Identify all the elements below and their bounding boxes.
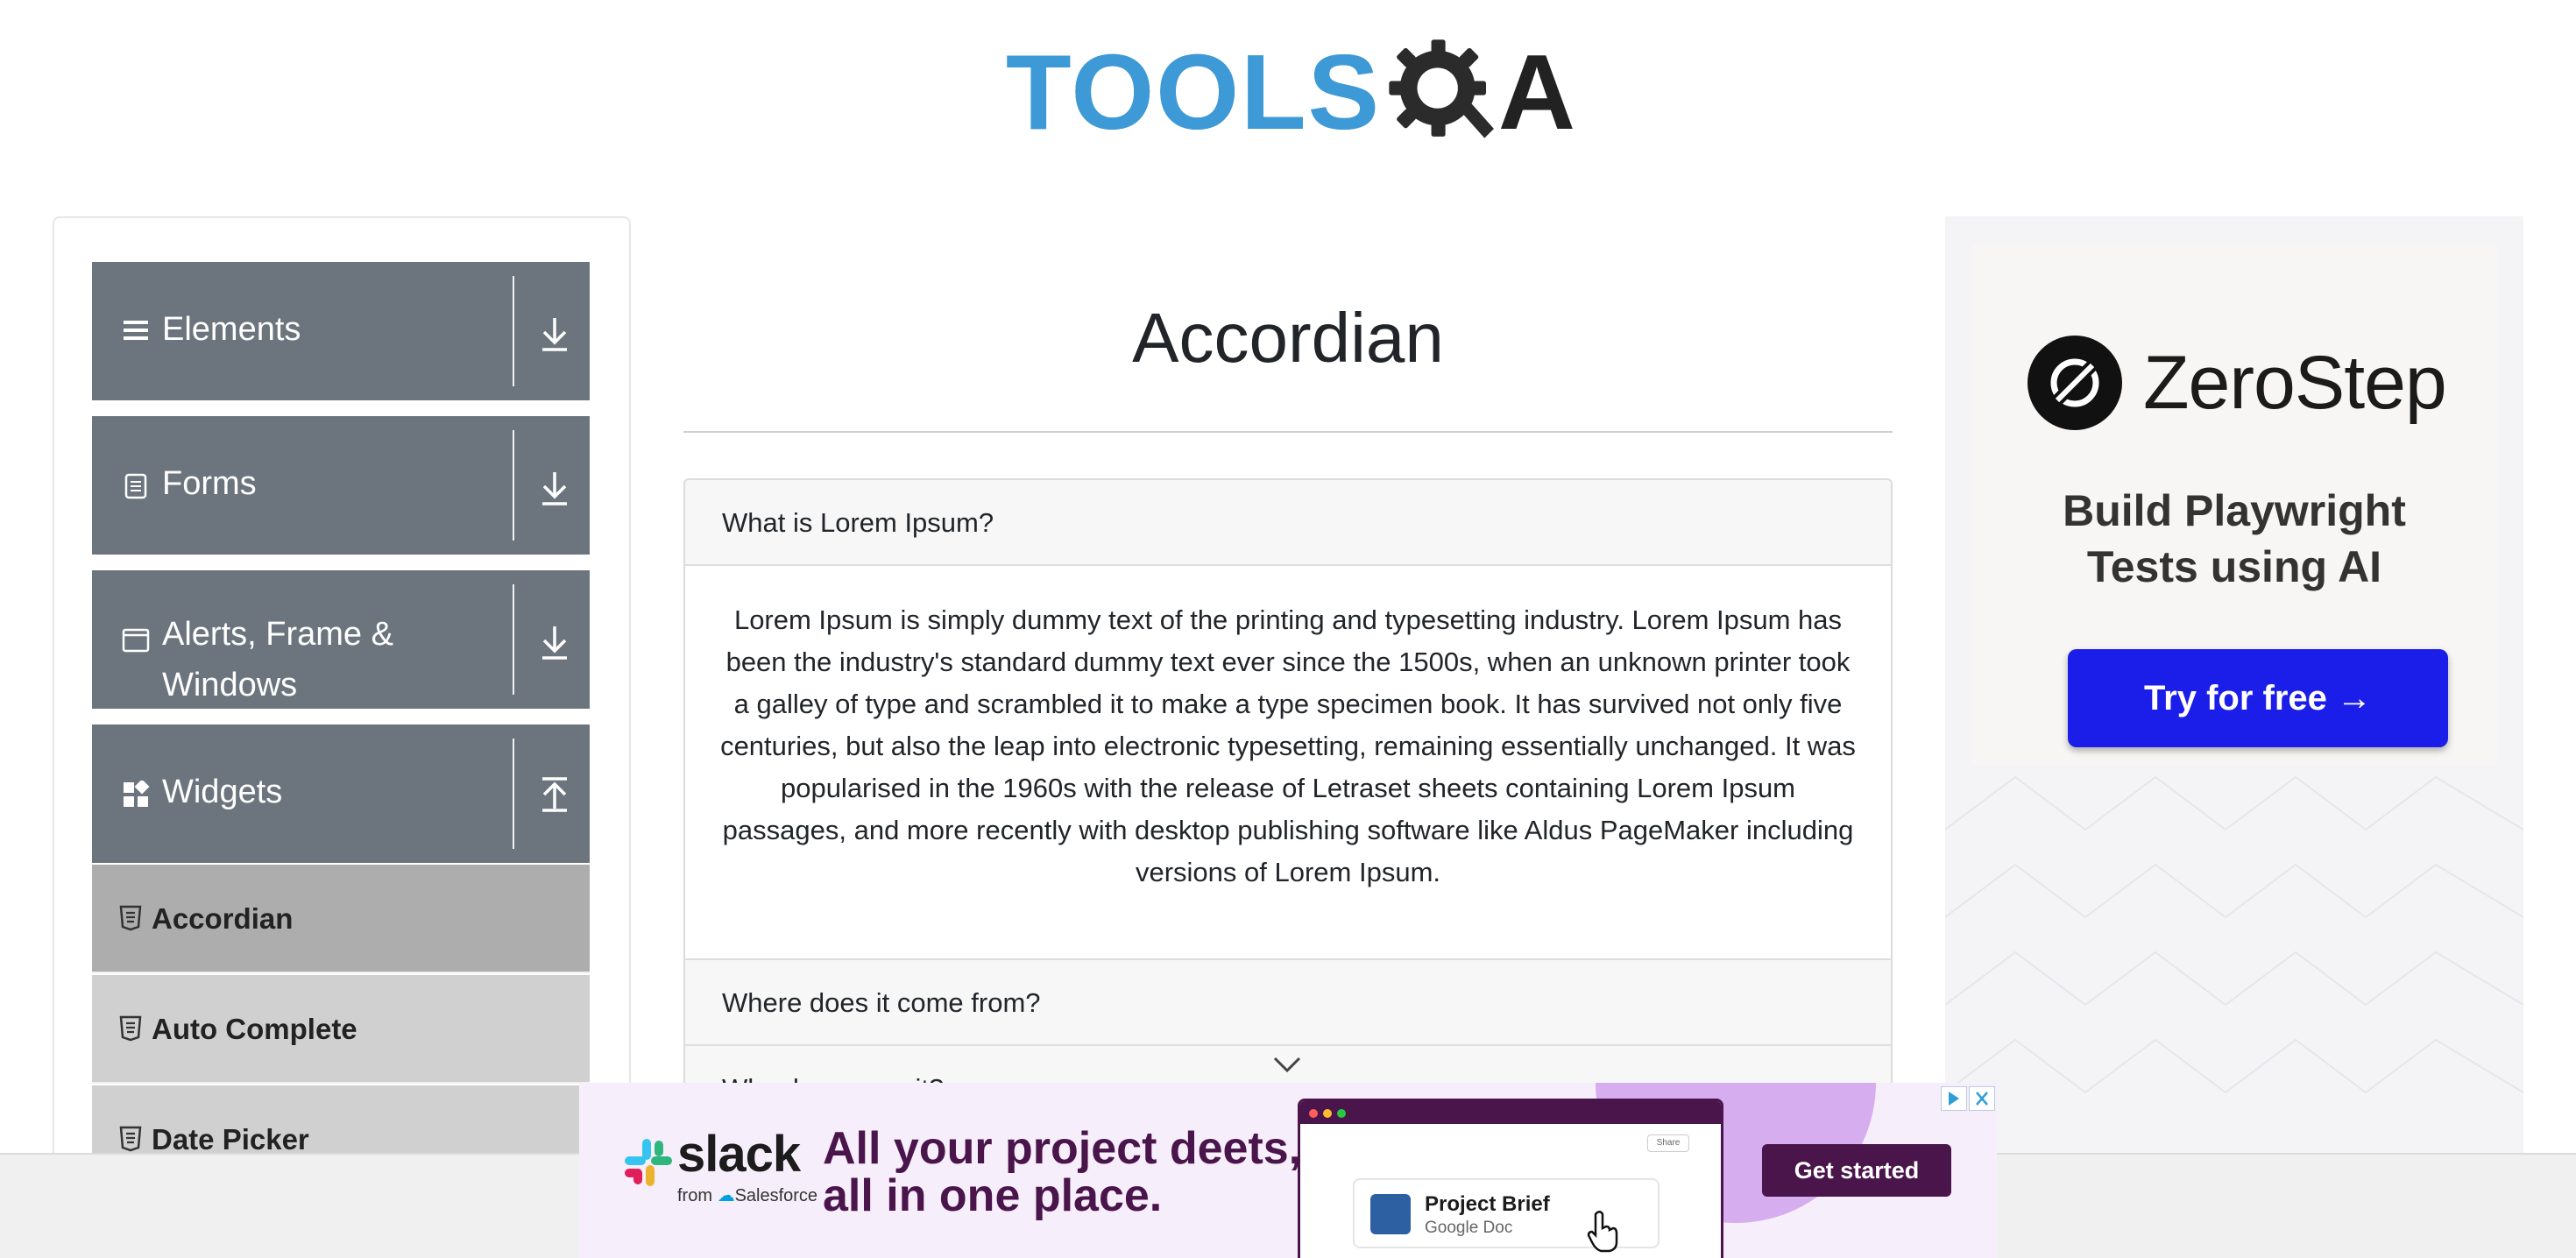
adchoices-icon[interactable] [1941,1086,1967,1111]
sidebar-group-elements[interactable]: Elements [92,262,590,400]
sidebar-group-alerts-frame-windows[interactable]: Alerts, Frame & Windows [92,570,590,709]
upload-arrow-icon[interactable] [539,775,570,814]
widgets-icon [124,781,150,807]
slack-logo-icon [625,1139,672,1186]
accordion-body-what-is-lorem: Lorem Ipsum is simply dummy text of the … [685,566,1891,960]
divider [513,276,514,386]
sidebar-group-forms[interactable]: Forms [92,416,590,555]
close-icon[interactable] [1969,1086,1995,1111]
try-for-free-button[interactable]: Try for free → [2068,649,2448,747]
sidebar-item-accordian[interactable]: Accordian [92,865,590,973]
cloud-icon: ☁ [717,1186,735,1205]
mock-dot-red [1309,1109,1318,1118]
accordion-header-what-is-lorem[interactable]: What is Lorem Ipsum? [685,480,1891,566]
accordion-header-text: Where does it come from? [722,987,1041,1018]
gear-magnifier-icon [1389,39,1494,138]
sidebar-group-label-line2: Windows [162,667,298,703]
doc-title: Project Brief [1425,1192,1550,1216]
page-root: TOOLS A Elements Forms Alerts, Frame & W… [0,0,2576,1258]
sub-from: from [677,1186,712,1205]
sidebar-group-label: Elements [162,311,301,348]
ad-headline-line2: all in one place. [823,1170,1163,1221]
logo-text: TOOLS [1006,32,1382,152]
download-arrow-icon[interactable] [539,623,570,661]
sidebar-group-widgets[interactable]: Widgets [92,724,590,863]
page-title: Accordian [1132,299,1444,377]
sidebar-item-label: Accordian [152,902,294,935]
toolsqa-logo[interactable]: TOOLS A [1006,26,1575,158]
ad-tagline-line2: Tests using AI [2086,542,2382,591]
doc-type: Google Doc [1425,1219,1513,1237]
zerostep-ad[interactable]: ZeroStep Build Playwright Tests using AI… [1945,216,2523,1258]
accordion-header-text: What is Lorem Ipsum? [722,507,994,538]
accordion-header-where-from[interactable]: Where does it come from? [685,960,1891,1046]
get-started-button[interactable]: Get started [1762,1144,1951,1197]
sidebar-item-label: Auto Complete [152,1013,357,1045]
hand-cursor-icon [1587,1211,1618,1253]
divider [513,584,514,695]
chevron-down-icon[interactable] [1272,1055,1302,1074]
mock-dot-green [1337,1109,1346,1118]
document-icon [124,473,147,499]
slack-ad[interactable]: slack from ☁Salesforce All your project … [579,1083,1997,1258]
mock-titlebar [1300,1101,1721,1124]
divider [513,739,514,849]
sidebar-group-label: Widgets [162,774,283,810]
download-arrow-icon[interactable] [539,314,570,353]
html5-icon [119,1126,142,1152]
sub-salesforce: Salesforce [734,1186,818,1205]
mock-dot-yellow [1323,1109,1332,1118]
list-icon [124,321,148,340]
sidebar-group-label: Forms [162,465,257,502]
share-chip: Share [1647,1134,1689,1152]
ad-headline-line1: All your project deets, [823,1123,1302,1174]
ad-headline: All your project deets, all in one place… [823,1125,1301,1219]
download-arrow-icon[interactable] [539,469,570,507]
sidebar-group-label: Alerts, Frame & [162,616,393,653]
ad-card: ZeroStep Build Playwright Tests using AI… [1971,244,2497,765]
html5-icon [119,905,142,931]
divider [513,430,514,541]
left-sidebar: Elements Forms Alerts, Frame & Windows W… [53,216,631,1258]
slack-wordmark: slack [677,1126,801,1183]
title-divider [683,431,1893,433]
google-doc-icon [1370,1194,1411,1234]
logo-letter-a: A [1497,32,1575,152]
ad-brand-name: ZeroStep [2143,341,2447,425]
slack-window-mockup: Share Project Brief Google Doc [1298,1099,1723,1258]
window-icon [122,628,150,653]
html5-icon [119,1015,142,1042]
sidebar-item-auto-complete[interactable]: Auto Complete [92,975,590,1084]
ad-tagline: Build Playwright Tests using AI [1971,483,2497,595]
zerostep-logo-icon [2028,336,2122,430]
ad-tagline-line1: Build Playwright [2063,486,2406,535]
slack-subbrand: from ☁Salesforce [677,1184,817,1206]
